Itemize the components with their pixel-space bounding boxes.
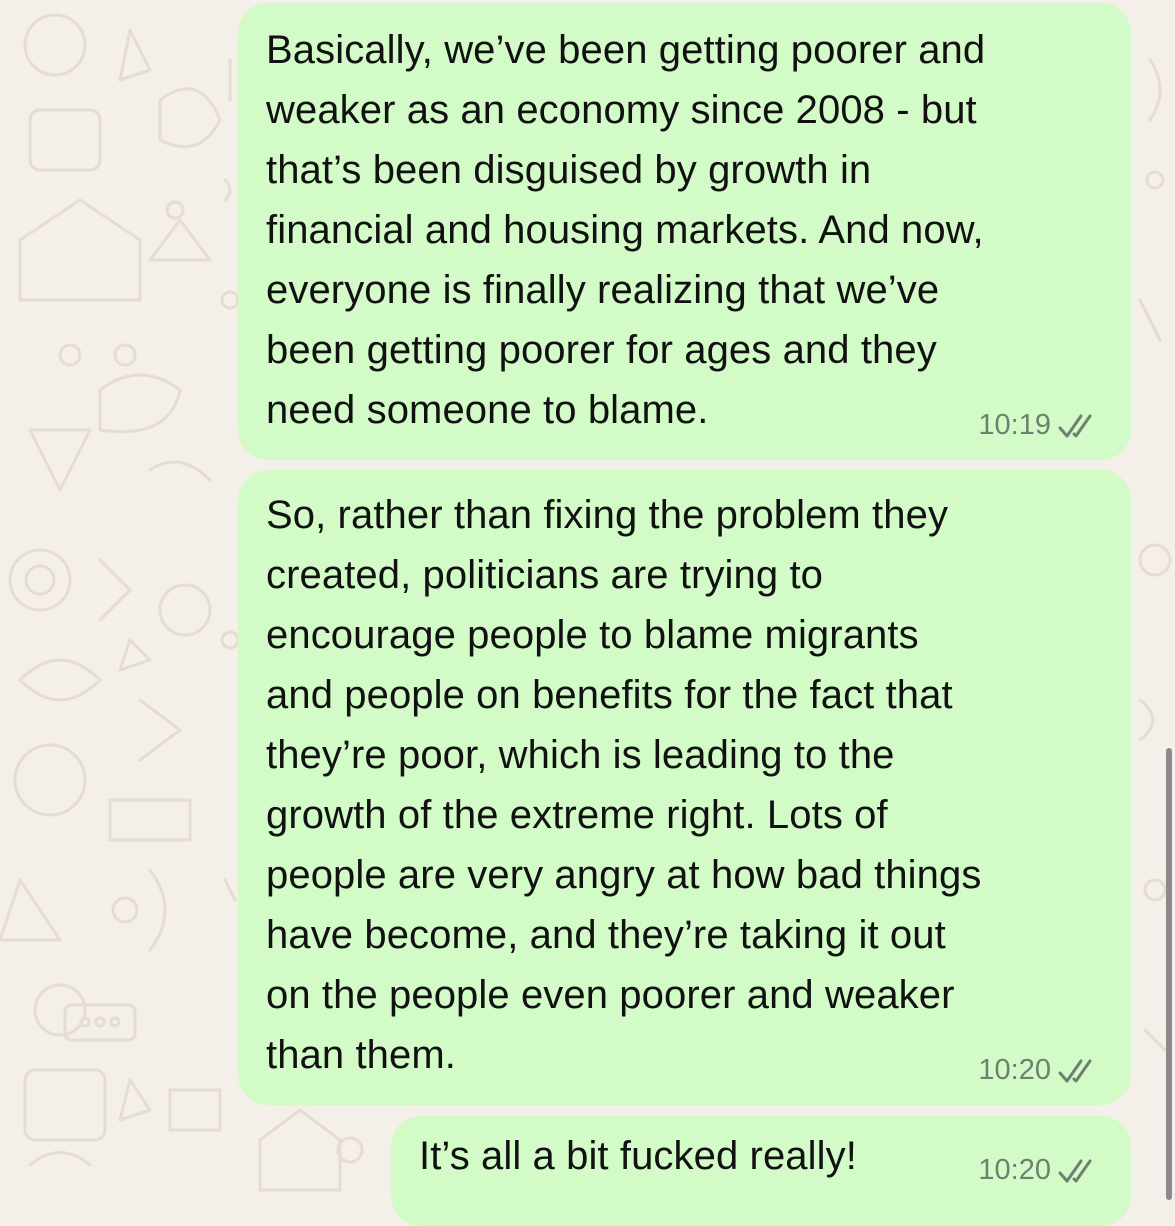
message-meta: 10:19 bbox=[978, 409, 1101, 442]
double-check-icon bbox=[1058, 1159, 1092, 1182]
double-check-icon bbox=[1058, 414, 1092, 437]
outgoing-message-bubble[interactable]: It’s all a bit fucked really! 10:20 bbox=[391, 1116, 1131, 1226]
message-time: 10:20 bbox=[978, 1154, 1051, 1186]
message-meta: 10:20 bbox=[978, 1054, 1101, 1087]
outgoing-message-bubble[interactable]: So, rather than fixing the problem they … bbox=[238, 470, 1131, 1105]
message-time: 10:19 bbox=[978, 409, 1051, 441]
message-meta: 10:20 bbox=[978, 1154, 1101, 1187]
message-text: It’s all a bit fucked really! bbox=[419, 1134, 857, 1178]
scrollbar[interactable] bbox=[1166, 748, 1172, 1200]
message-text: Basically, we’ve been getting poorer and… bbox=[266, 28, 986, 432]
outgoing-message-bubble[interactable]: Basically, we’ve been getting poorer and… bbox=[238, 3, 1131, 460]
message-text: So, rather than fixing the problem they … bbox=[266, 493, 982, 1077]
message-time: 10:20 bbox=[978, 1054, 1051, 1086]
double-check-icon bbox=[1058, 1059, 1092, 1082]
